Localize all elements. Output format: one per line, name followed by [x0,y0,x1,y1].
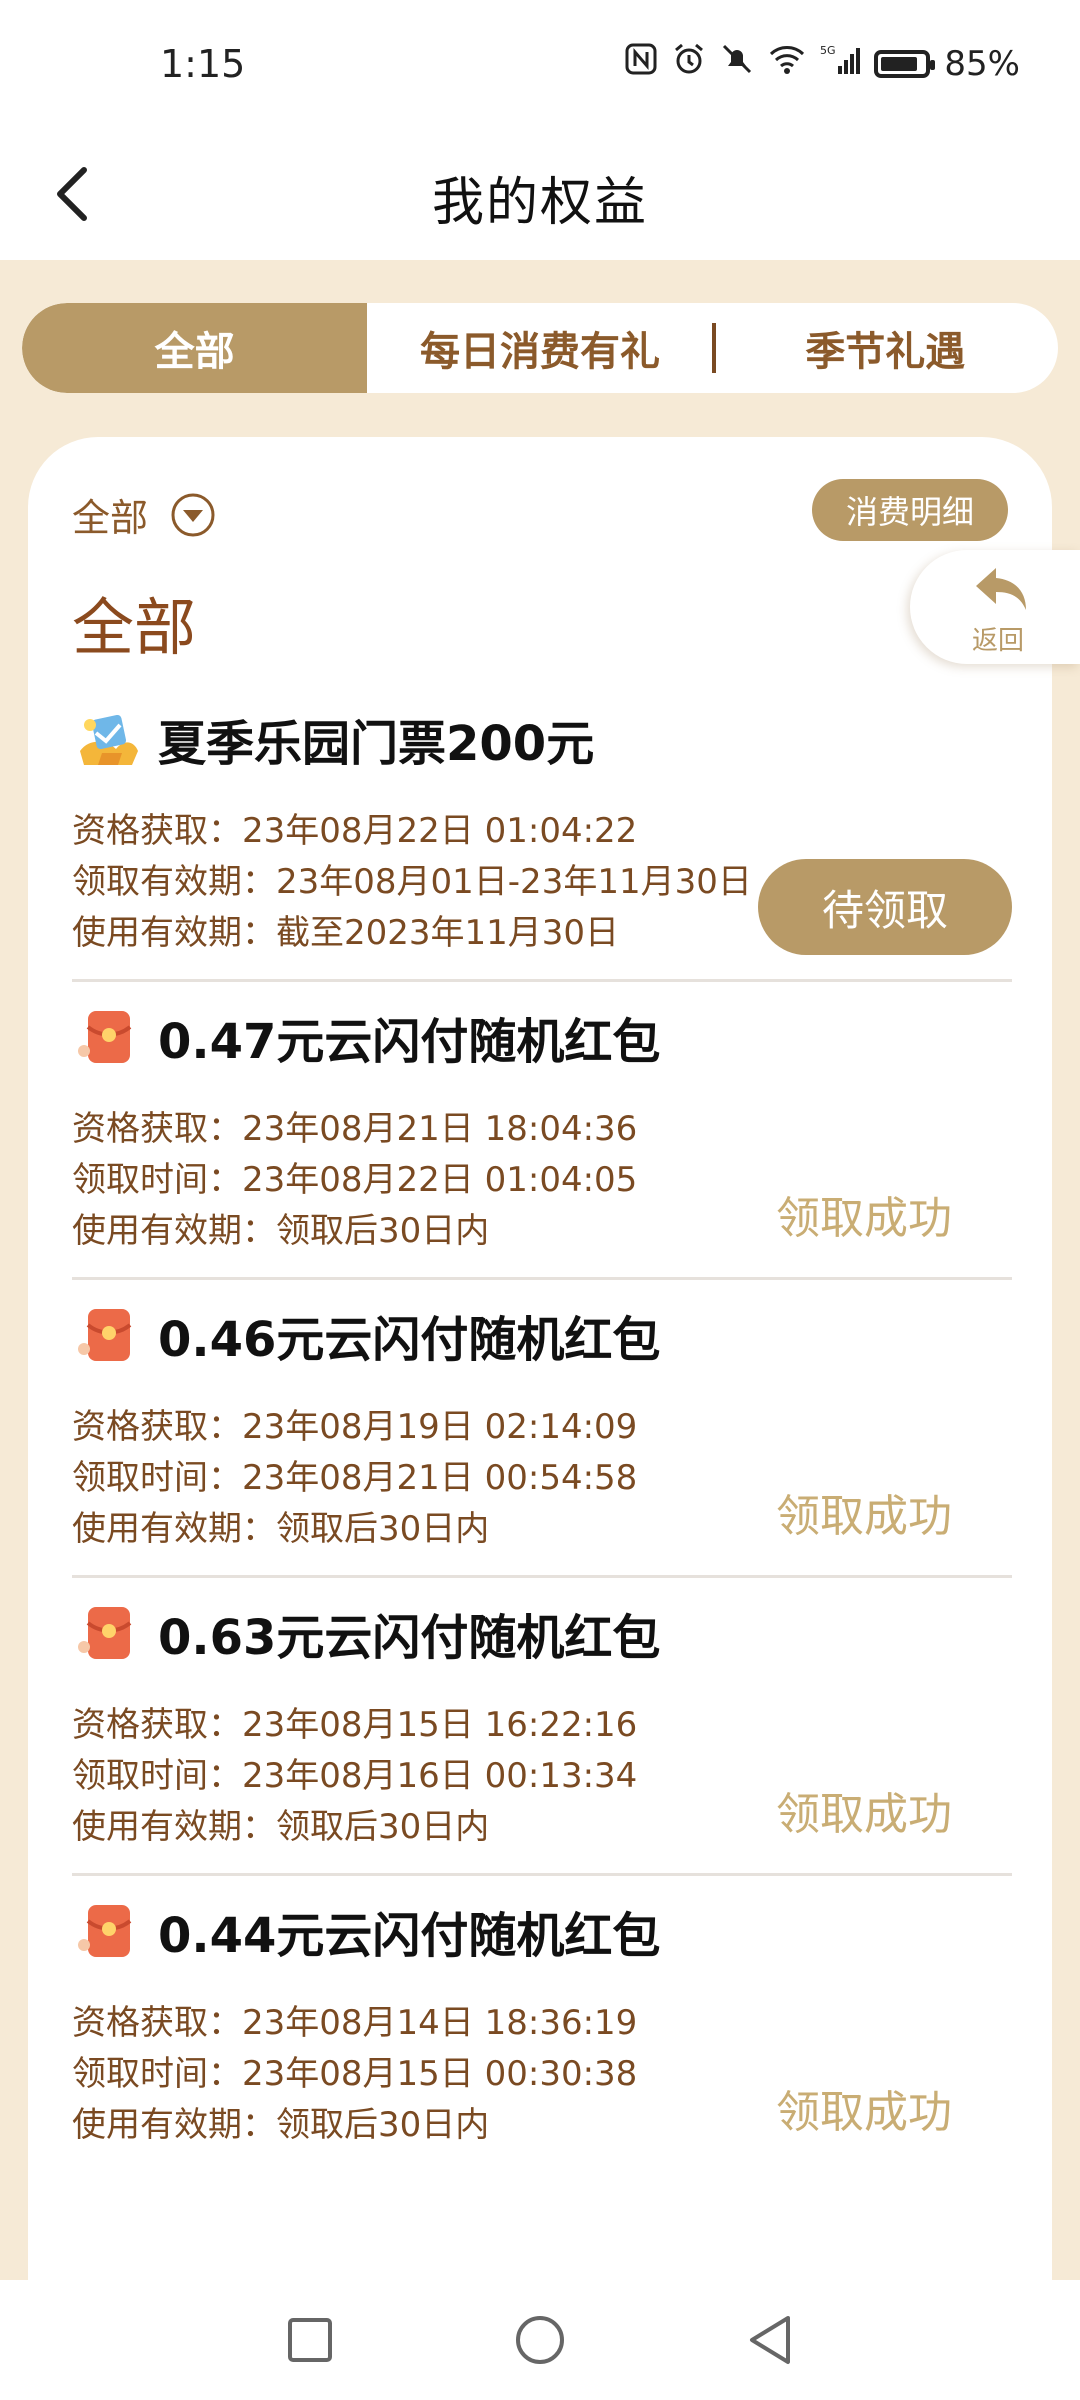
tab-daily-consumption[interactable]: 每日消费有礼 [367,303,712,393]
svg-text:5G: 5G [820,44,836,57]
filter-label: 全部 [72,496,149,540]
benefit-list: 夏季乐园门票200元 资格获取：23年08月22日 01:04:22 领取有效期… [72,684,1012,2171]
system-nav-bar [0,2280,1080,2400]
claim-success-status: 领取成功 [776,1193,952,1244]
status-icons: 5G 85% [624,42,1020,85]
claim-success-status: 领取成功 [776,2087,952,2138]
benefits-card: 全部 消费明细 全部 夏季乐园门票200元 资格获取：23年08月22日 01:… [28,437,1052,2337]
list-item: 夏季乐园门票200元 资格获取：23年08月22日 01:04:22 领取有效期… [72,684,1012,982]
return-button[interactable]: 返回 [910,550,1080,664]
nav-back-button[interactable] [742,2312,798,2368]
page-title: 我的权益 [431,173,648,233]
item-title: 0.63元云闪付随机红包 [158,1610,661,1666]
red-envelope-icon [78,1309,132,1361]
claim-button[interactable]: 待领取 [758,859,1012,955]
claim-success-status: 领取成功 [776,1789,952,1840]
recents-square-icon [288,2318,332,2362]
item-line-qualification: 资格获取：23年08月22日 01:04:22 [72,811,638,851]
battery-percent: 85% [944,43,1020,84]
header: 我的权益 [0,130,1080,260]
battery-fill [881,56,918,71]
tab-all[interactable]: 全部 [22,303,368,393]
red-envelope-icon [78,1011,132,1063]
item-title: 0.46元云闪付随机红包 [158,1312,661,1368]
nfc-icon [624,42,658,85]
dropdown-circle-icon [171,493,215,536]
home-circle-icon [516,2316,564,2364]
mute-icon [720,42,754,85]
tab-bar: 全部 每日消费有礼 季节礼遇 [22,303,1058,393]
item-line-qualification: 资格获取：23年08月15日 16:22:16 [72,1705,638,1745]
battery-icon [874,49,936,78]
section-title: 全部 [72,591,197,664]
red-envelope-icon [78,1607,132,1659]
list-item: 0.44元云闪付随机红包 资格获取：23年08月14日 18:36:19 领取时… [72,1876,1012,2171]
alarm-icon [672,42,706,85]
signal-5g-icon: 5G [820,42,861,85]
item-line-qualification: 资格获取：23年08月19日 02:14:09 [72,1407,638,1447]
list-item: 0.47元云闪付随机红包 资格获取：23年08月21日 18:04:36 领取时… [72,982,1012,1280]
recents-button[interactable] [282,2312,338,2368]
item-line-qualification: 资格获取：23年08月21日 18:04:36 [72,1109,638,1149]
home-button[interactable] [512,2312,568,2368]
tab-seasonal-gifts[interactable]: 季节礼遇 [713,303,1058,393]
tab-divider [712,323,716,373]
red-envelope-icon [78,1905,132,1957]
item-line-qualification: 资格获取：23年08月14日 18:36:19 [72,2003,638,2043]
wifi-icon [768,42,806,85]
list-item: 0.46元云闪付随机红包 资格获取：23年08月19日 02:14:09 领取时… [72,1280,1012,1578]
filter-dropdown[interactable]: 全部 [72,487,216,542]
status-time: 1:15 [160,42,246,86]
list-item: 0.63元云闪付随机红包 资格获取：23年08月15日 16:22:16 领取时… [72,1578,1012,1876]
item-title: 夏季乐园门票200元 [158,716,595,772]
consumption-detail-button[interactable]: 消费明细 [811,479,1008,541]
back-triangle-icon [750,2316,790,2364]
item-title: 0.44元云闪付随机红包 [158,1908,661,1964]
claim-success-status: 领取成功 [776,1491,952,1542]
reply-arrow-icon [976,568,1026,610]
status-bar: 1:15 5G 85% [0,0,1080,130]
return-label: 返回 [972,626,1025,656]
item-title: 0.47元云闪付随机红包 [158,1014,661,1070]
ticket-gift-icon [80,714,138,765]
